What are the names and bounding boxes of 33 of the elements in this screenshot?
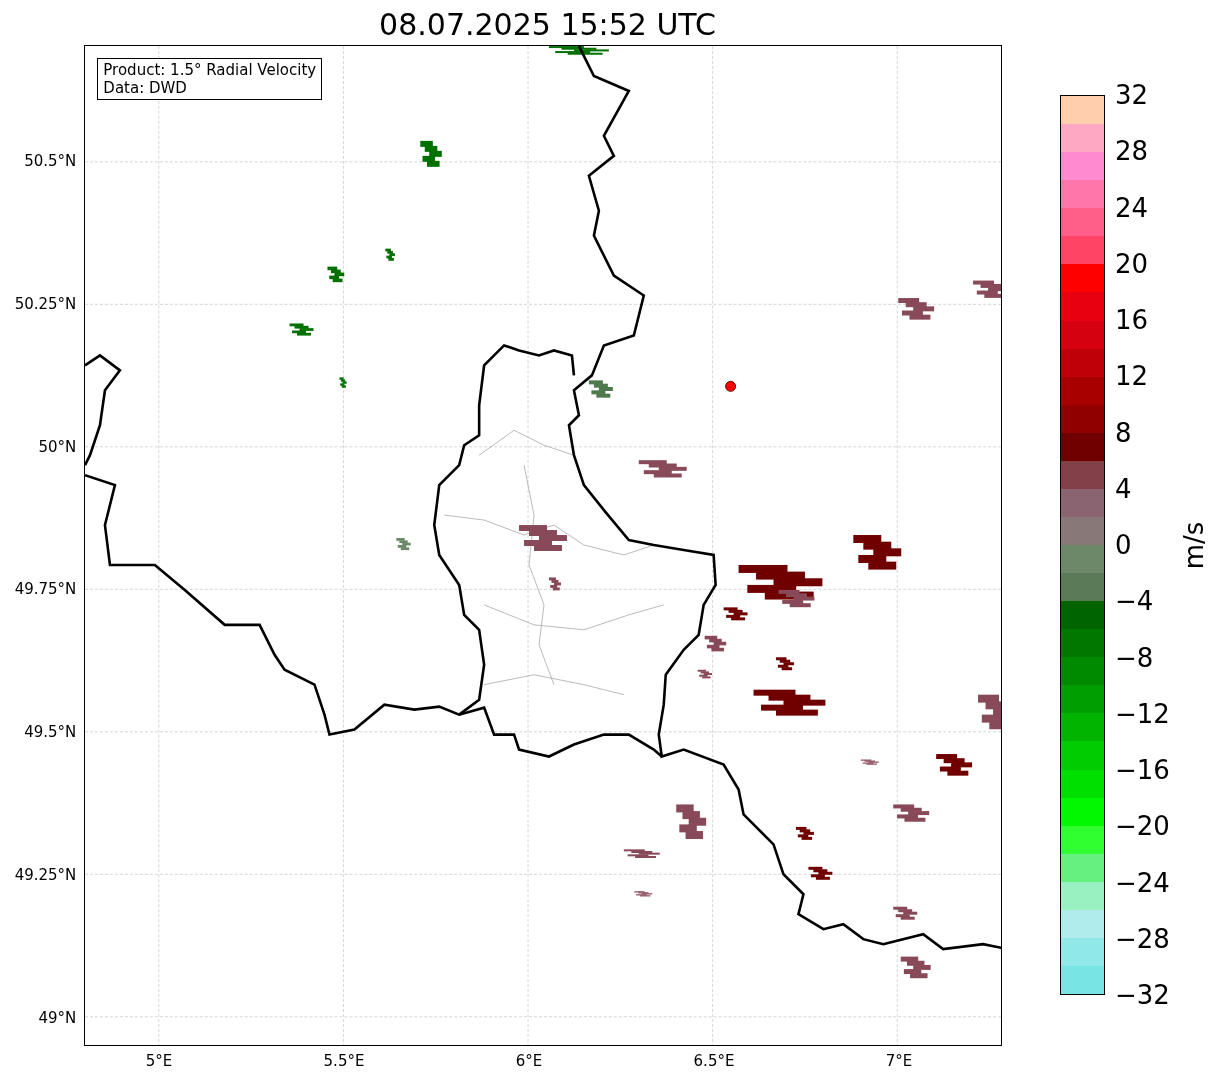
colorbar-tick-label: 32 [1115,80,1149,110]
latitude-label: 49.25°N [14,866,77,884]
colorbar-tick-label: 28 [1115,136,1149,167]
info-text: Product: 1.5° Radial Velocity [103,61,317,79]
longitude-label: 7°E [885,1052,913,1070]
longitude-label: 6°E [515,1052,543,1070]
chart-title: 08.07.2025 15:52 UTC [379,6,716,44]
longitude-label: 5°E [145,1052,173,1070]
colorbar-tick-label: 16 [1115,305,1149,335]
latitude-label: 50°N [38,437,77,456]
latitude-label: 50.25°N [14,294,77,313]
longitude-label: 5.5°E [323,1052,365,1070]
latitude-label: 49.75°N [14,580,77,599]
colorbar-tick-label: 12 [1115,361,1149,392]
colorbar-tick-label: 0 [1115,530,1132,560]
colorbar-tick-label: −8 [1115,642,1154,673]
colorbar-tick-label: −16 [1115,755,1170,785]
latitude-label: 49.5°N [24,723,77,742]
colorbar-tick-label: −28 [1115,923,1170,954]
colorbar-tick-label: −20 [1115,811,1170,842]
info-text: Data: DWD [103,79,188,97]
colorbar-tick-label: −32 [1115,980,1170,1010]
longitude-label: 6.5°E [693,1052,735,1070]
colorbar-tick-label: 8 [1115,417,1132,448]
colorbar-tick-label: 4 [1115,473,1132,504]
colorbar-tick-label: −4 [1115,586,1154,617]
colorbar-tick-label: −24 [1115,867,1170,898]
colorbar-tick-label: 20 [1115,248,1149,279]
colorbar-tick-label: −12 [1115,698,1170,729]
latitude-label: 50.5°N [24,152,77,170]
latitude-label: 49°N [38,1008,77,1027]
colorbar-label: m/s [1178,521,1211,569]
colorbar-tick-label: 24 [1115,192,1149,223]
